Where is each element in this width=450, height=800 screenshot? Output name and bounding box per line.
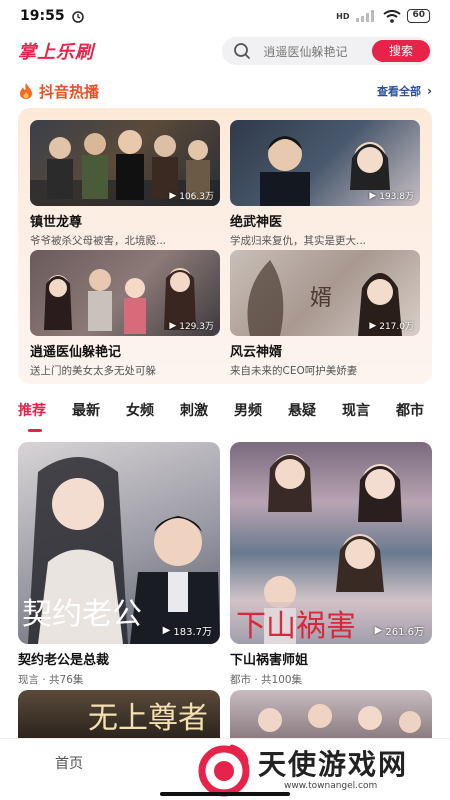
- hot-card-description: 送上门的美女太多无处可躲: [30, 365, 156, 377]
- hot-card-title: 风云神婿: [230, 345, 283, 360]
- play-icon: ▶: [369, 320, 377, 331]
- alarm-icon: [71, 11, 84, 23]
- view-count-label: 106.3万: [179, 192, 214, 202]
- drama-card-thumbnail-partial[interactable]: 无上尊者: [18, 690, 220, 740]
- search-button[interactable]: 搜索: [372, 40, 430, 62]
- watermark-logo: [198, 744, 250, 797]
- view-all-label: 查看全部: [377, 85, 422, 98]
- tab-urban[interactable]: 都市: [396, 400, 450, 430]
- play-icon: ▶: [169, 320, 177, 331]
- hot-card-description: 来自未来的CEO呵护美娇妻: [230, 365, 358, 377]
- signal-icon: [356, 10, 375, 22]
- play-icon: ▶: [162, 625, 171, 636]
- battery-indicator: 60: [407, 9, 430, 23]
- status-bar: 19:55 HD 60: [0, 0, 450, 32]
- status-left: 19:55: [20, 8, 85, 24]
- hot-card-thumbnail: ▶ 193.8万: [230, 120, 420, 206]
- chevron-right-icon: ›: [427, 84, 432, 98]
- drama-card-thumbnail: 契约老公 ▶ 183.7万: [18, 442, 220, 644]
- drama-card[interactable]: 下山祸害 ▶ 261.6万 下山祸害师姐 都市 · 共100集: [230, 442, 432, 687]
- play-icon: ▶: [369, 190, 377, 201]
- hot-section-title: 抖音热播: [18, 81, 99, 102]
- drama-card-thumbnail: 下山祸害 ▶ 261.6万: [230, 442, 432, 644]
- hot-card-title: 逍遥医仙躲艳记: [30, 345, 122, 360]
- hot-title-text: 抖音热播: [39, 82, 100, 101]
- poster-art: [258, 704, 421, 733]
- poster-title-text: 无上尊者: [88, 701, 208, 736]
- view-count-label: 217.0万: [379, 322, 414, 332]
- tab-thrill[interactable]: 刺激: [180, 400, 234, 430]
- view-count: ▶ 193.8万: [369, 189, 414, 203]
- drama-card-meta: 都市 · 共100集: [230, 674, 303, 686]
- hot-panel: ▶ 106.3万 镇世龙尊 爷爷被杀父母被害，北境殿... ▶ 193.8万 绝武神…: [18, 108, 432, 384]
- tab-suspense[interactable]: 悬疑: [288, 400, 342, 430]
- poster-title-text: 下山祸害: [236, 609, 356, 644]
- wifi-icon: [383, 9, 402, 23]
- poster-art: 无上尊者: [88, 701, 208, 736]
- app-title: 掌上乐刷: [18, 42, 94, 63]
- hot-card-title: 绝武神医: [230, 215, 283, 230]
- hot-card-title: 镇世龙尊: [30, 215, 83, 230]
- play-icon: ▶: [374, 625, 383, 636]
- network-label: HD: [336, 11, 350, 21]
- drama-card[interactable]: 契约老公 ▶ 183.7万 契约老公是总裁 现言 · 共76集: [18, 442, 220, 687]
- watermark-url: www.townangel.com: [284, 781, 378, 791]
- tab-male[interactable]: 男频: [234, 400, 288, 430]
- view-all-link[interactable]: 查看全部 ›: [377, 83, 432, 99]
- view-count-label: 193.8万: [379, 192, 414, 202]
- tab-female[interactable]: 女频: [126, 400, 180, 430]
- play-icon: ▶: [169, 190, 177, 201]
- drama-card-title: 契约老公是总裁: [18, 653, 110, 668]
- svg-text:婿: 婿: [310, 286, 332, 311]
- nav-home[interactable]: 首页: [55, 753, 83, 773]
- hot-card-description: 爷爷被杀父母被害，北境殿...: [30, 235, 167, 247]
- view-count: ▶ 217.0万: [369, 319, 414, 333]
- hot-card-thumbnail: 婿 ▶ 217.0万: [230, 250, 420, 336]
- view-count: ▶ 261.6万: [375, 623, 424, 638]
- status-time: 19:55: [20, 8, 65, 24]
- drama-card-title: 下山祸害师姐: [230, 653, 309, 668]
- poster-art: 契约老公: [22, 457, 220, 644]
- hot-card-thumbnail: ▶ 106.3万: [30, 120, 220, 206]
- search-icon: [233, 43, 250, 59]
- view-count: ▶ 183.7万: [163, 623, 212, 638]
- hot-section-header: 抖音热播 查看全部 ›: [18, 78, 432, 104]
- view-count-label: 261.6万: [385, 627, 424, 638]
- hot-card[interactable]: ▶ 106.3万 镇世龙尊 爷爷被杀父母被害，北境殿...: [30, 120, 220, 248]
- drama-card-meta: 现言 · 共76集: [18, 674, 84, 686]
- hot-card-thumbnail: ▶ 129.3万: [30, 250, 220, 336]
- view-count-label: 129.3万: [179, 322, 214, 332]
- search-bar[interactable]: 逍遥医仙躲艳记 搜索: [221, 37, 432, 65]
- view-count: ▶ 106.3万: [169, 189, 214, 203]
- home-indicator: [160, 792, 290, 796]
- status-right: HD 60: [336, 9, 430, 23]
- view-count-label: 183.7万: [173, 627, 212, 638]
- hot-card[interactable]: ▶ 129.3万 逍遥医仙躲艳记 送上门的美女太多无处可躲: [30, 250, 220, 378]
- drama-card-thumbnail-partial[interactable]: [230, 690, 432, 740]
- hot-card-description: 学成归来复仇，其实是更大...: [230, 235, 367, 247]
- tab-recommend[interactable]: 推荐: [18, 400, 72, 432]
- watermark-text: 天使游戏网: [258, 748, 409, 781]
- bottom-nav: 首页 天使游戏网 www.townangel.com: [0, 738, 450, 800]
- header: 掌上乐刷 逍遥医仙躲艳记 搜索: [0, 35, 450, 67]
- tab-latest[interactable]: 最新: [72, 400, 126, 430]
- poster-art: 下山祸害: [230, 454, 432, 644]
- category-tabs: 推荐 最新 女频 刺激 男频 悬疑 现言 都市: [18, 400, 450, 432]
- flame-icon: [20, 83, 32, 99]
- view-count: ▶ 129.3万: [169, 319, 214, 333]
- tab-modern-romance[interactable]: 现言: [342, 400, 396, 430]
- hot-card[interactable]: 婿 ▶ 217.0万 风云神婿 来自未来的CEO呵护美娇妻: [230, 250, 420, 378]
- poster-title-text: 契约老公: [22, 597, 142, 632]
- hot-card[interactable]: ▶ 193.8万 绝武神医 学成归来复仇，其实是更大...: [230, 120, 420, 248]
